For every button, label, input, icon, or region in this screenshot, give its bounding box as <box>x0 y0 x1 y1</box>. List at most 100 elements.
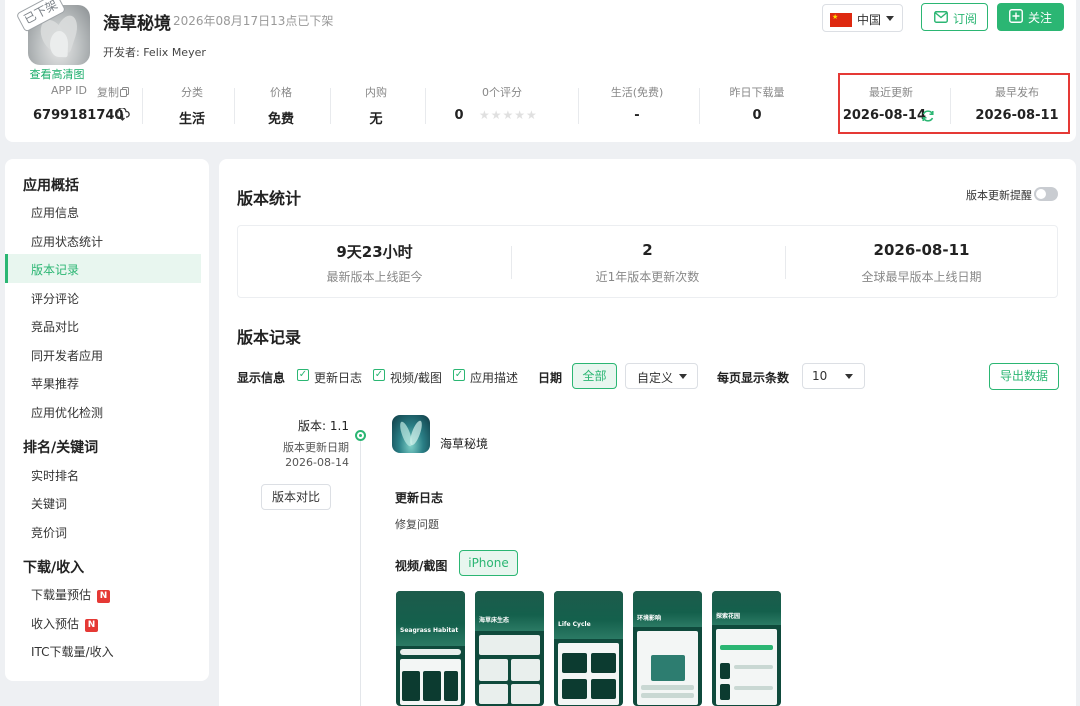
stat-label-category: 分类 <box>181 86 203 99</box>
description-checkbox[interactable]: ✓ <box>453 369 465 381</box>
version-records-title: 版本记录 <box>237 328 302 347</box>
description-checkbox-label[interactable]: 应用描述 <box>470 369 518 386</box>
sidebar-item-label: 收入预估 <box>31 617 80 631</box>
chevron-down-icon <box>679 374 687 379</box>
app-title: 海草秘境 <box>103 14 171 34</box>
sidebar-item-bid-keywords[interactable]: 竞价词 <box>31 524 67 541</box>
date-all-button[interactable]: 全部 <box>572 363 617 389</box>
sidebar-item-same-developer[interactable]: 同开发者应用 <box>31 347 103 364</box>
record-app-icon <box>392 415 430 453</box>
chevron-down-icon <box>886 16 894 21</box>
hd-image-link[interactable]: 查看高清图 <box>27 66 87 82</box>
delisted-note: 2026年08月17日13点已下架 <box>173 14 334 28</box>
media-checkbox[interactable]: ✓ <box>373 369 385 381</box>
screenshot-title: 环境影响 <box>637 615 662 622</box>
developer-label[interactable]: 开发者: Felix Meyer <box>103 44 206 60</box>
summary-value-update-count: 2 <box>642 241 653 259</box>
summary-caption-update-count: 近1年版本更新次数 <box>595 270 700 284</box>
media-title: 视频/截图 <box>395 559 448 573</box>
timeline-dot <box>355 430 366 441</box>
copy-link[interactable]: 复制 <box>97 84 137 100</box>
mail-icon <box>934 11 948 23</box>
stat-label-rank: 生活(免费) <box>610 86 664 99</box>
sidebar-item-app-status[interactable]: 应用状态统计 <box>31 233 103 250</box>
stat-value-ratings: 0 <box>454 108 464 123</box>
changelog-title: 更新日志 <box>395 491 444 505</box>
stat-divider <box>142 88 143 124</box>
version-number: 版本: 1.1 <box>298 419 349 433</box>
summary-caption-first-release: 全球最早版本上线日期 <box>861 270 982 284</box>
export-data-button[interactable]: 导出数据 <box>989 363 1059 390</box>
stat-divider <box>425 88 426 124</box>
changelog-text: 修复问题 <box>395 518 439 531</box>
sidebar-item-version-history[interactable]: 版本记录 <box>31 261 79 278</box>
country-label: 中国 <box>857 13 882 27</box>
date-custom-label: 自定义 <box>637 371 674 385</box>
stat-value-category: 生活 <box>178 112 205 127</box>
stat-value-iap: 无 <box>369 112 383 127</box>
summary-value-first-release: 2026-08-11 <box>873 241 970 259</box>
rating-stars-icon: ★★★★★ <box>479 108 538 122</box>
sidebar-item-realtime-rank[interactable]: 实时排名 <box>31 467 79 484</box>
date-label: 日期 <box>538 371 563 385</box>
update-reminder-label: 版本更新提醒 <box>966 189 1032 202</box>
sidebar-item-keywords[interactable]: 关键词 <box>31 495 67 512</box>
version-stats-title: 版本统计 <box>237 189 302 208</box>
subscribe-label: 订阅 <box>953 12 978 26</box>
per-page-select[interactable]: 10 <box>802 363 865 389</box>
stat-label-price: 价格 <box>270 86 292 99</box>
version-date-caption: 版本更新日期 <box>283 441 349 454</box>
app-header-card: 已下架 查看高清图 海草秘境 2026年08月17日13点已下架 开发者: Fe… <box>5 0 1076 142</box>
screenshot-title: 海草床生态 <box>479 617 510 624</box>
sidebar-item-label: 下载量预估 <box>31 588 92 602</box>
stat-value-rank: - <box>634 108 640 123</box>
main-content: 版本统计 版本更新提醒 9天23小时 最新版本上线距今 2 近1年版本更新次数 … <box>219 159 1076 706</box>
chevron-down-icon <box>845 374 853 379</box>
copy-label: 复制 <box>97 86 119 99</box>
summary-value-since-latest: 9天23小时 <box>336 243 413 261</box>
sidebar-group-ranking: 排名/关键词 <box>23 440 99 456</box>
per-page-label: 每页显示条数 <box>717 371 790 385</box>
update-reminder-toggle[interactable] <box>1034 187 1058 201</box>
screenshot-thumbnail[interactable]: Life Cycle <box>554 591 623 706</box>
stat-label-ratings: 0个评分 <box>482 86 522 99</box>
date-custom-dropdown[interactable]: 自定义 <box>625 363 698 389</box>
sidebar-item-competitors[interactable]: 竞品对比 <box>31 318 79 335</box>
new-badge: N <box>97 590 111 603</box>
sidebar-item-apple-featured[interactable]: 苹果推荐 <box>31 375 79 392</box>
screenshot-thumbnail[interactable]: 环境影响 <box>633 591 702 706</box>
timeline-line <box>360 435 361 706</box>
sidebar-item-ratings[interactable]: 评分评论 <box>31 290 79 307</box>
download-cloud-icon[interactable] <box>115 108 130 121</box>
stat-label-downloads: 昨日下载量 <box>729 86 785 99</box>
stat-value-downloads: 0 <box>752 108 762 123</box>
stat-value-appid: 6799181740 <box>33 108 124 123</box>
sidebar-item-aso-check[interactable]: 应用优化检测 <box>31 404 103 421</box>
copy-icon <box>120 87 129 97</box>
stat-divider <box>699 88 700 124</box>
changelog-checkbox[interactable]: ✓ <box>297 369 309 381</box>
country-select[interactable]: ★ 中国 <box>822 4 903 32</box>
version-date: 2026-08-14 <box>285 456 349 469</box>
follow-button[interactable]: 关注 <box>997 3 1064 31</box>
sidebar-item-app-info[interactable]: 应用信息 <box>31 204 79 221</box>
screenshot-thumbnail[interactable]: Seagrass Habitat <box>396 591 465 706</box>
media-checkbox-label[interactable]: 视频/截图 <box>390 369 442 386</box>
tab-iphone[interactable]: iPhone <box>459 550 518 576</box>
version-summary-box: 9天23小时 最新版本上线距今 2 近1年版本更新次数 2026-08-11 全… <box>237 225 1058 298</box>
new-badge: N <box>85 619 99 632</box>
screenshot-title: 探索花园 <box>716 613 741 620</box>
sidebar-item-itc-downloads[interactable]: ITC下载量/收入 <box>31 643 114 660</box>
sidebar-item-revenue-estimate[interactable]: 收入预估 N <box>31 615 99 632</box>
summary-caption-since-latest: 最新版本上线距今 <box>326 270 423 284</box>
sidebar-group-overview: 应用概括 <box>23 178 79 194</box>
screenshot-thumbnail[interactable]: 探索花园 <box>712 591 781 706</box>
per-page-value: 10 <box>812 369 828 383</box>
screenshot-thumbnail[interactable]: 海草床生态 <box>475 591 544 706</box>
stat-divider <box>234 88 235 124</box>
changelog-checkbox-label[interactable]: 更新日志 <box>314 369 362 386</box>
sidebar-group-downloads: 下载/收入 <box>23 560 85 576</box>
sidebar-item-download-estimate[interactable]: 下载量预估 N <box>31 586 111 603</box>
version-compare-button[interactable]: 版本对比 <box>261 484 331 510</box>
subscribe-button[interactable]: 订阅 <box>921 3 988 31</box>
